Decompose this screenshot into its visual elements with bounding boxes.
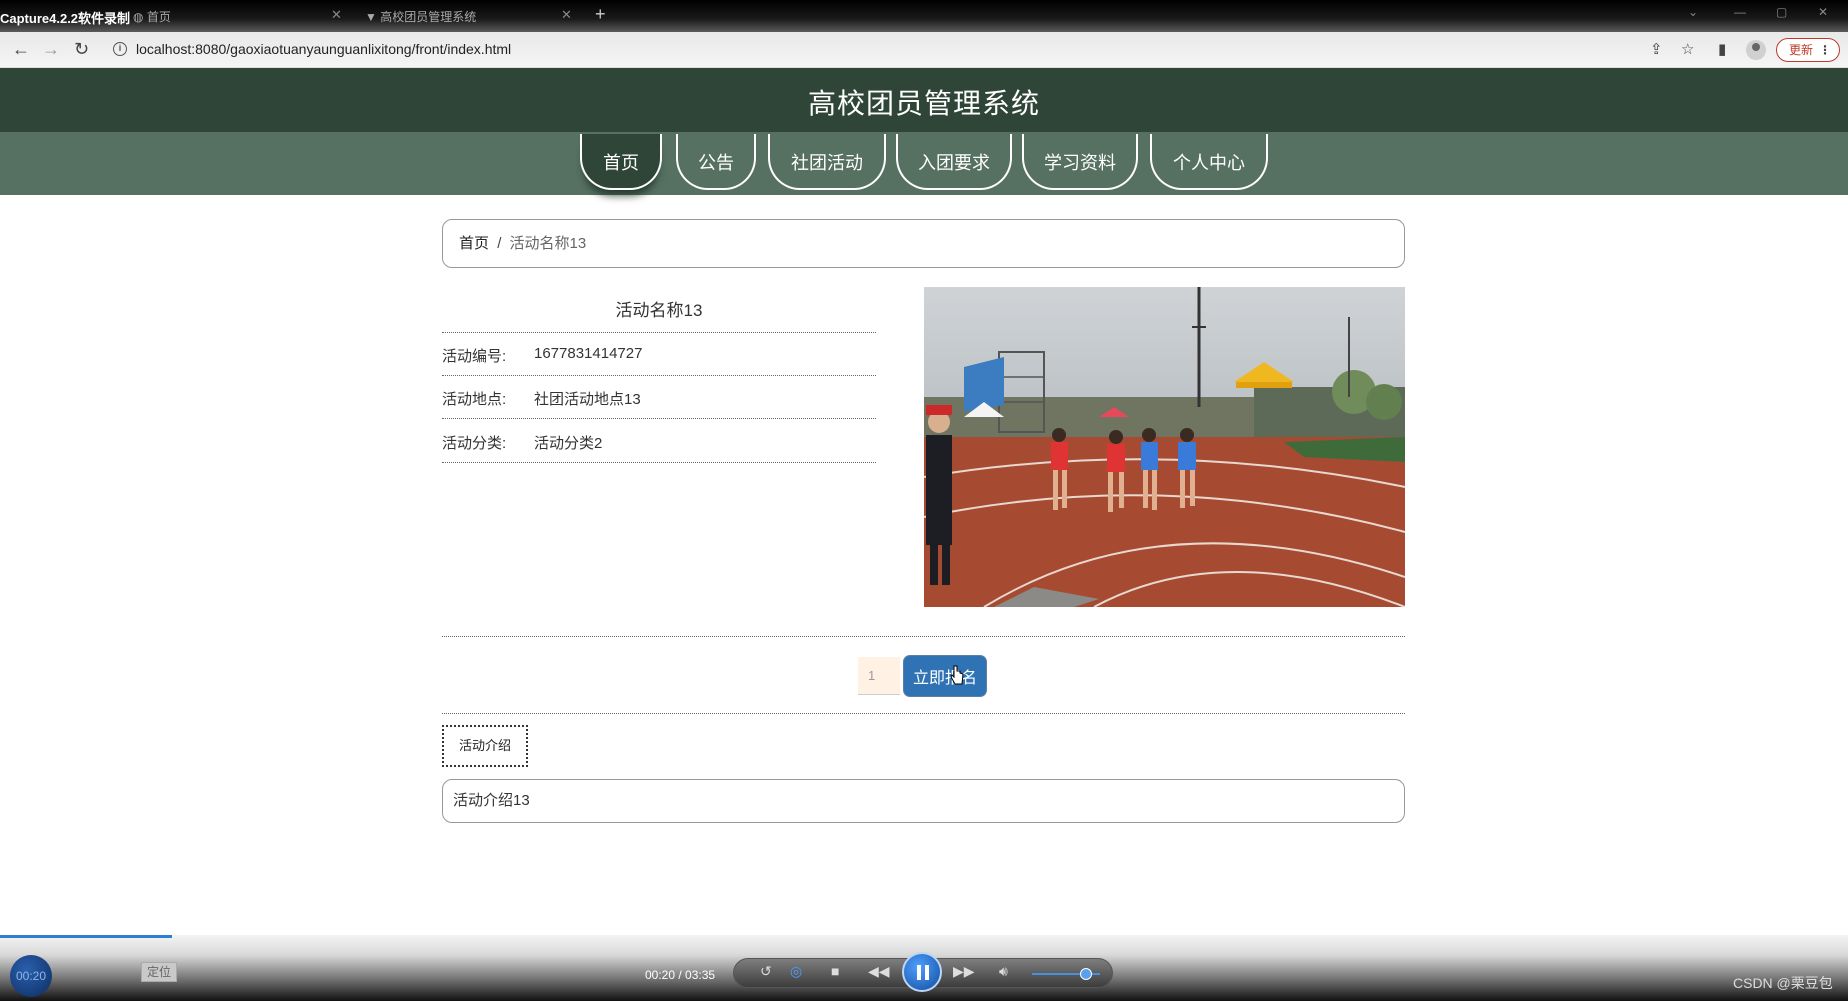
video-player-bar: 00:20 定位 00:20 / 03:35 ↺ ◎ ■ ◀◀ ▶▶ 🔊︎ CS… [0, 935, 1848, 1001]
nav-join-requirements[interactable]: 入团要求 [896, 134, 1012, 190]
tab-activity-intro[interactable]: 活动介绍 [442, 725, 528, 767]
divider [442, 418, 876, 419]
elapsed-badge: 00:20 [10, 955, 52, 997]
activity-title: 活动名称13 [615, 301, 703, 320]
watermark: CSDN @栗豆包 [1733, 975, 1833, 991]
forward-icon[interactable]: → [42, 39, 60, 60]
star-icon[interactable]: ☆ [1681, 40, 1694, 58]
field-value-location: 社团活动地点13 [534, 391, 641, 408]
share-icon[interactable]: ⇪ [1650, 40, 1663, 58]
divider [442, 375, 876, 376]
breadcrumb-home-link[interactable]: 首页 [459, 235, 489, 252]
maximize-icon[interactable]: ▢ [1776, 5, 1787, 19]
breadcrumb: 首页 / 活动名称13 [442, 219, 1405, 268]
signup-button[interactable]: 立即报名 [904, 656, 986, 696]
update-label: 更新 [1789, 43, 1814, 57]
site-title: 高校团员管理系统 [807, 88, 1040, 119]
update-button[interactable]: 更新 ⋮ [1776, 38, 1840, 62]
volume-knob[interactable] [1080, 968, 1092, 980]
nav-study-materials[interactable]: 学习资料 [1022, 134, 1138, 190]
close-tab-icon[interactable]: ✕ [331, 7, 342, 23]
pause-button[interactable] [902, 952, 942, 992]
browser-tab-strip: Capture4.2.2软件录制 ◍ 首页 ✕ ▼ 高校团员管理系统 ✕ + ⌄… [0, 0, 1848, 32]
field-label-location: 活动地点: [442, 391, 507, 408]
divider [442, 462, 876, 463]
back-icon[interactable]: ← [12, 39, 30, 60]
divider [442, 636, 1405, 637]
playback-progress[interactable] [0, 935, 172, 938]
new-tab-icon[interactable]: + [595, 4, 606, 25]
nav-club-activities[interactable]: 社团活动 [768, 134, 886, 190]
more-menu-icon[interactable]: ⋮ [1819, 39, 1831, 61]
chevron-down-icon[interactable]: ⌄ [1688, 5, 1698, 19]
breadcrumb-separator: / [497, 235, 502, 252]
playback-time: 00:20 / 03:35 [645, 968, 716, 982]
tab-second[interactable]: ▼ 高校团员管理系统 [365, 8, 476, 25]
divider [442, 332, 876, 333]
repeat-icon[interactable]: ◎ [790, 963, 802, 980]
activity-photo [924, 287, 1405, 607]
nav-personal-center[interactable]: 个人中心 [1150, 134, 1268, 190]
hand-cursor-icon [950, 665, 964, 685]
field-label-category: 活动分类: [442, 435, 507, 452]
globe-icon: ◍ [133, 10, 144, 24]
close-window-icon[interactable]: ✕ [1818, 5, 1828, 19]
profile-avatar[interactable] [1746, 40, 1766, 60]
site-header: 高校团员管理系统 [0, 68, 1848, 132]
volume-icon[interactable]: 🔊︎ [999, 963, 1008, 980]
fast-forward-icon[interactable]: ▶▶ [953, 963, 975, 980]
locate-button[interactable]: 定位 [141, 962, 177, 982]
recorder-title: Capture4.2.2软件录制 [0, 11, 131, 26]
sidepanel-icon[interactable]: ▮ [1718, 40, 1726, 58]
field-value-id: 1677831414727 [534, 345, 643, 362]
tab-label: 高校团员管理系统 [380, 10, 477, 24]
field-label-id: 活动编号: [442, 348, 507, 365]
divider [442, 713, 1405, 714]
rewind-icon[interactable]: ◀◀ [868, 963, 890, 980]
close-tab-icon[interactable]: ✕ [561, 7, 572, 23]
address-bar: ← → ↻ i localhost:8080/gaoxiaotuanyaungu… [0, 32, 1848, 68]
stop-icon[interactable]: ■ [831, 963, 839, 979]
info-icon[interactable]: i [113, 42, 127, 56]
quantity-input[interactable] [858, 657, 900, 695]
rewind-loop-icon[interactable]: ↺ [760, 963, 772, 980]
url-field[interactable]: localhost:8080/gaoxiaotuanyaunguanlixito… [136, 41, 511, 57]
activity-intro-content: 活动介绍13 [442, 779, 1405, 823]
minimize-icon[interactable]: — [1734, 5, 1746, 19]
breadcrumb-current: 活动名称13 [509, 235, 587, 252]
nav-notice[interactable]: 公告 [676, 134, 756, 190]
tab-first[interactable]: ◍ 首页 [133, 8, 171, 25]
tab-label: 首页 [146, 10, 171, 24]
nav-home[interactable]: 首页 [580, 134, 662, 190]
field-value-category: 活动分类2 [534, 435, 603, 452]
reload-icon[interactable]: ↻ [74, 39, 89, 60]
site-favicon-icon: ▼ [365, 10, 377, 24]
